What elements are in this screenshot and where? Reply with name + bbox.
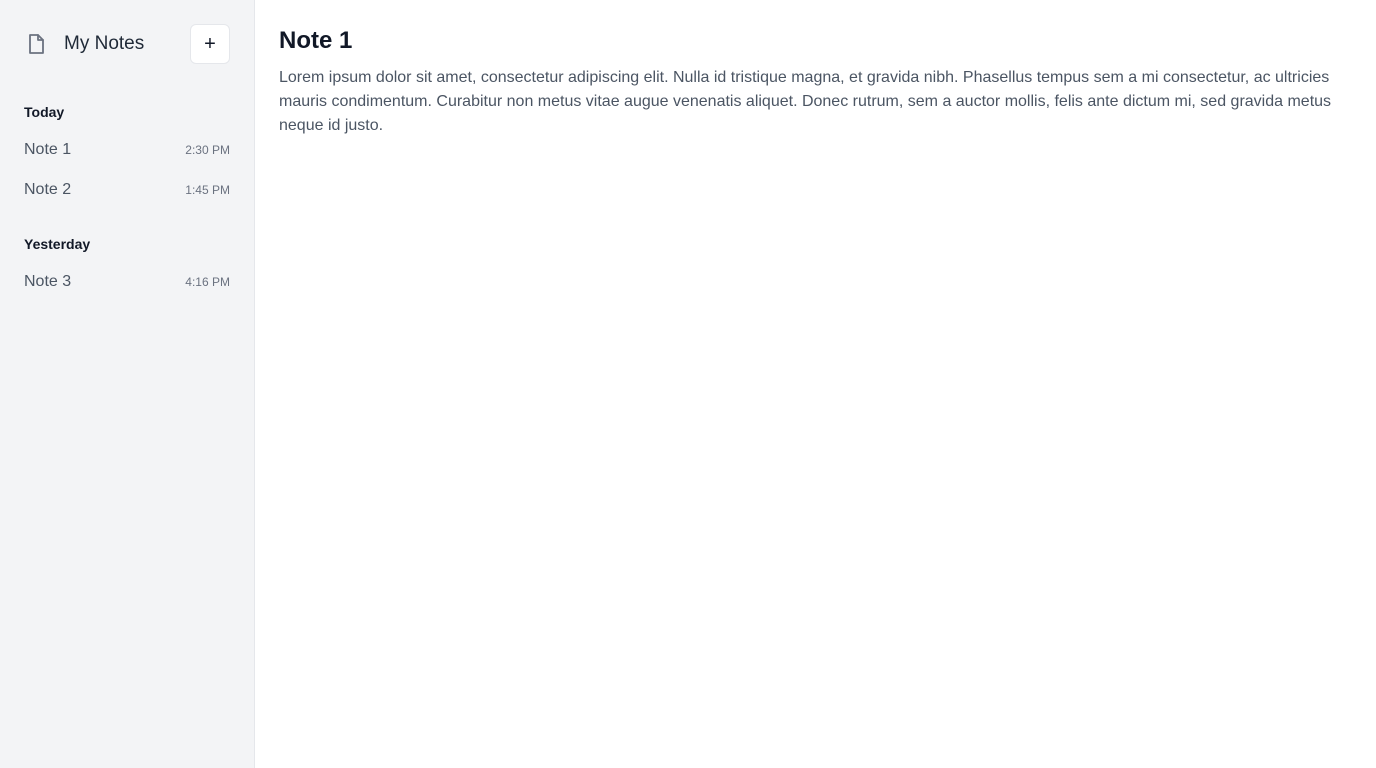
- note-item-title: Note 3: [24, 273, 72, 290]
- group-label-today: Today: [24, 104, 65, 120]
- sidebar: My Notes + Today Note 1 2:30 PM Note 2 1…: [0, 0, 255, 768]
- group-label-yesterday: Yesterday: [24, 236, 91, 252]
- note-title[interactable]: Note 1: [279, 26, 1352, 56]
- note-item-title: Note 1: [24, 141, 72, 158]
- sidebar-header: My Notes +: [24, 24, 230, 64]
- note-item-time: 4:16 PM: [185, 275, 230, 289]
- add-note-button[interactable]: +: [190, 24, 230, 64]
- note-item-note-1[interactable]: Note 1 2:30 PM: [24, 130, 230, 170]
- note-item-time: 1:45 PM: [185, 183, 230, 197]
- document-icon: [24, 32, 48, 56]
- note-body[interactable]: Lorem ipsum dolor sit amet, consectetur …: [279, 66, 1352, 138]
- note-item-note-2[interactable]: Note 2 1:45 PM: [24, 170, 230, 210]
- note-item-title: Note 2: [24, 181, 72, 198]
- brand: My Notes: [24, 32, 144, 56]
- note-item-note-3[interactable]: Note 3 4:16 PM: [24, 262, 230, 302]
- app: My Notes + Today Note 1 2:30 PM Note 2 1…: [0, 0, 1376, 768]
- note-item-time: 2:30 PM: [185, 143, 230, 157]
- app-title: My Notes: [64, 33, 145, 54]
- note-editor: Note 1 Lorem ipsum dolor sit amet, conse…: [255, 0, 1376, 768]
